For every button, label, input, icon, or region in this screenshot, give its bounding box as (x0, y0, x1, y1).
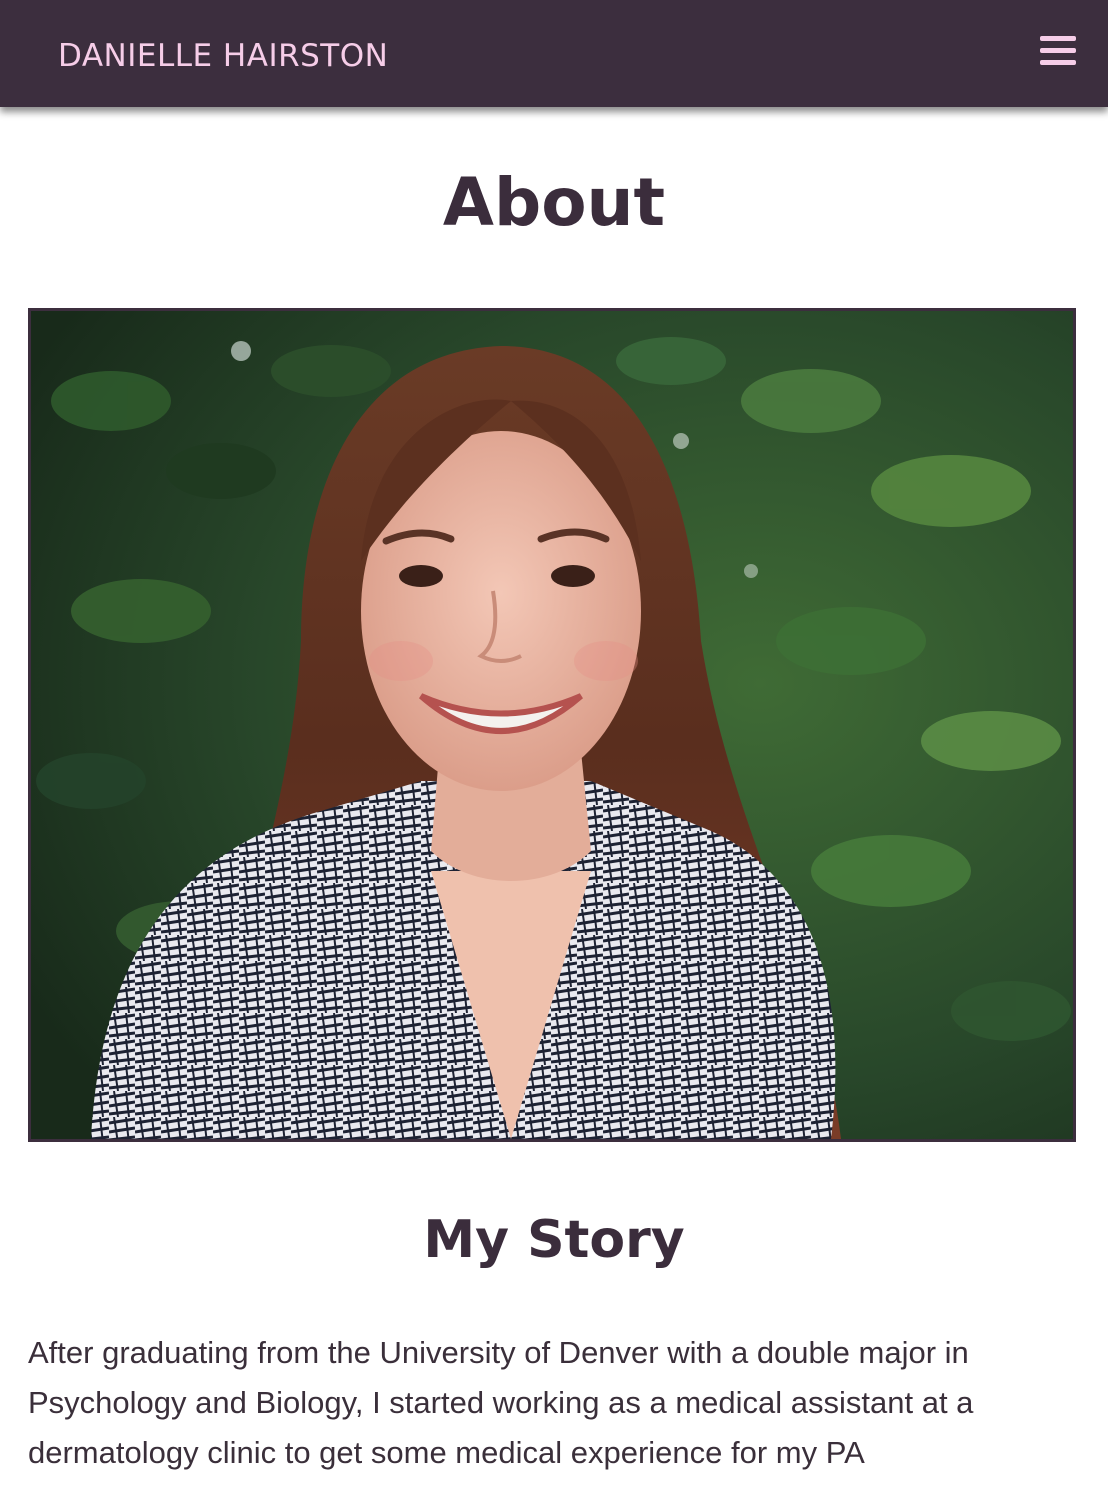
menu-bar-middle (1040, 48, 1076, 53)
menu-bar-bottom (1040, 60, 1076, 65)
site-navbar: DANIELLE HAIRSTON (0, 0, 1108, 107)
site-brand-link[interactable]: DANIELLE HAIRSTON (58, 36, 388, 76)
page-title: About (442, 164, 666, 241)
portrait-photo (28, 308, 1076, 1142)
section-title-my-story: My Story (423, 1210, 685, 1270)
story-paragraph: After graduating from the University of … (28, 1335, 974, 1470)
menu-bar-top (1040, 36, 1076, 41)
hamburger-menu-icon[interactable] (1040, 34, 1078, 68)
portrait-illustration (31, 311, 1073, 1139)
